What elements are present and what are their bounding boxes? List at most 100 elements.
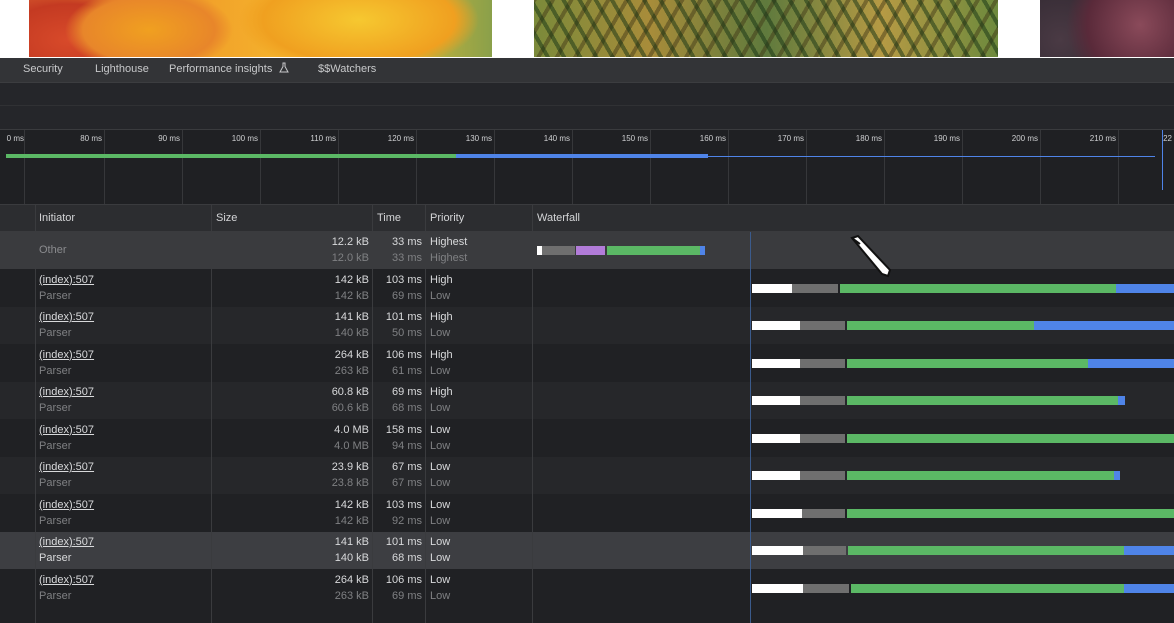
ruler-gridline [572, 130, 573, 204]
initiator-link[interactable]: (index):507 [39, 499, 94, 511]
time-total: 69 ms [392, 386, 422, 398]
ruler-gridline [806, 130, 807, 204]
initiator-type: Parser [39, 477, 72, 489]
waterfall-download-segment [1116, 283, 1174, 293]
initiator-link[interactable]: (index):507 [39, 461, 94, 473]
priority-initial: Low [430, 364, 451, 377]
initiator-type: Parser [39, 327, 72, 339]
time-total: 67 ms [392, 461, 422, 473]
time-total: 101 ms [385, 311, 422, 323]
waterfall-download-segment [1034, 321, 1174, 330]
time-latency: 33 ms [392, 252, 422, 264]
ruler-tick-label: 130 ms [465, 134, 492, 143]
size-transferred: 142 kB [334, 273, 369, 286]
waterfall-download-segment [1118, 396, 1125, 405]
initiator-type: Parser [39, 439, 72, 452]
tab-performance-insights[interactable]: Performance insights [169, 58, 290, 82]
ruler-gridline [24, 130, 25, 204]
time-latency: 68 ms [392, 552, 422, 564]
table-row[interactable]: (index):507 Parser 60.8 kB 60.6 kB 69 ms 68 m… [0, 382, 1174, 419]
tab-security[interactable]: Security [23, 58, 63, 82]
waterfall-queue-segment [800, 321, 845, 330]
priority-current: Low [430, 423, 451, 436]
time-total: 106 ms [385, 573, 422, 586]
ruler-tick-label: 200 ms [1011, 134, 1038, 143]
waterfall-download-segment [1124, 583, 1174, 593]
waterfall-stalled-segment [752, 321, 800, 330]
table-row[interactable]: (index):507 Parser 141 kB 140 kB 101 ms 68 ms… [0, 532, 1174, 569]
column-divider [35, 205, 36, 623]
column-divider [211, 205, 212, 623]
waterfall-stalled-segment [752, 396, 800, 405]
tab-lighthouse[interactable]: Lighthouse [95, 58, 149, 82]
ruler-gridline [338, 130, 339, 204]
initiator-link[interactable]: (index):507 [39, 311, 94, 323]
waterfall-stalled-segment [752, 583, 803, 593]
header-waterfall[interactable]: Waterfall [537, 205, 580, 231]
waterfall-queue-segment [803, 546, 846, 555]
waterfall-queue-segment [800, 471, 845, 480]
table-row[interactable]: (index):507 Parser 23.9 kB 23.8 kB 67 ms 67 m… [0, 457, 1174, 494]
overview-blue-line [708, 156, 1155, 157]
initiator-link[interactable]: (index):507 [39, 574, 94, 586]
initiator-link[interactable]: (index):507 [39, 424, 94, 436]
time-total: 106 ms [385, 348, 422, 361]
ruler-tick-label: 0 ms [6, 134, 24, 143]
time-total: 103 ms [385, 498, 422, 511]
ruler-gridline [884, 130, 885, 204]
initiator-cell: Other [39, 244, 67, 256]
overview-blue-bar [456, 154, 708, 158]
tab-watchers[interactable]: $$Watchers [318, 58, 376, 82]
network-request-table: Initiator Size Time Priority Waterfall O… [0, 205, 1174, 623]
size-resource: 12.0 kB [331, 252, 369, 264]
header-initiator[interactable]: Initiator [39, 205, 75, 231]
ruler-tick-label: 90 ms [158, 134, 180, 143]
table-row[interactable]: Other 12.2 kB 12.0 kB 33 ms 33 ms Highest High… [0, 232, 1174, 269]
waterfall-queue-segment [802, 508, 845, 518]
table-row[interactable]: (index):507 Parser 142 kB 142 kB 103 ms 92 ms… [0, 494, 1174, 532]
priority-current: Low [430, 461, 451, 473]
ruler-tick-label: 110 ms [310, 134, 336, 143]
size-transferred: 264 kB [334, 573, 369, 586]
time-latency: 94 ms [392, 439, 422, 452]
table-row[interactable]: (index):507 Parser 264 kB 263 kB 106 ms 69 ms… [0, 569, 1174, 607]
waterfall-waiting-segment [851, 583, 1124, 593]
priority-initial: Low [430, 327, 451, 339]
waterfall-stalled-segment [752, 358, 800, 368]
table-header: Initiator Size Time Priority Waterfall [0, 205, 1174, 232]
header-priority[interactable]: Priority [430, 205, 464, 231]
header-time[interactable]: Time [377, 205, 401, 231]
network-overview[interactable]: 0 ms 80 ms 90 ms 100 ms 110 ms 120 ms 130 ms 14… [0, 130, 1174, 205]
ruler-gridline [182, 130, 183, 204]
network-toolbar-area [0, 83, 1174, 130]
waterfall-stalled-segment [752, 471, 800, 480]
size-resource: 263 kB [334, 364, 369, 377]
initiator-type: Parser [39, 552, 72, 564]
ruler-tick-label: 140 ms [543, 134, 570, 143]
table-row[interactable]: (index):507 Parser 4.0 MB 4.0 MB 158 ms 94 ms… [0, 419, 1174, 457]
initiator-link[interactable]: (index):507 [39, 386, 94, 398]
table-row[interactable]: (index):507 Parser 141 kB 140 kB 101 ms 50 ms… [0, 307, 1174, 344]
priority-initial: Low [430, 589, 451, 602]
waterfall-stalled-segment [752, 508, 802, 518]
ruler-gridline [104, 130, 105, 204]
time-total: 158 ms [385, 423, 422, 436]
header-size[interactable]: Size [216, 205, 237, 231]
initiator-link[interactable]: (index):507 [39, 274, 94, 286]
initiator-link[interactable]: (index):507 [39, 349, 94, 361]
table-row[interactable]: (index):507 Parser 264 kB 263 kB 106 ms 61 ms… [0, 344, 1174, 382]
priority-initial: Low [430, 439, 451, 452]
ruler-gridline [728, 130, 729, 204]
initiator-type: Parser [39, 364, 72, 377]
ruler-gridline [1118, 130, 1119, 204]
ruler-tick-label: 180 ms [855, 134, 882, 143]
waterfall-queue-segment [800, 358, 845, 368]
waterfall-waiting-segment [847, 358, 1088, 368]
size-transferred: 12.2 kB [331, 236, 369, 248]
table-row[interactable]: (index):507 Parser 142 kB 142 kB 103 ms 69 ms… [0, 269, 1174, 307]
overview-end-marker [1162, 130, 1163, 190]
initiator-link[interactable]: (index):507 [39, 536, 94, 548]
size-transferred: 141 kB [334, 311, 369, 323]
waterfall-waiting-segment [840, 283, 1116, 293]
waterfall-waiting-segment [847, 508, 1174, 518]
